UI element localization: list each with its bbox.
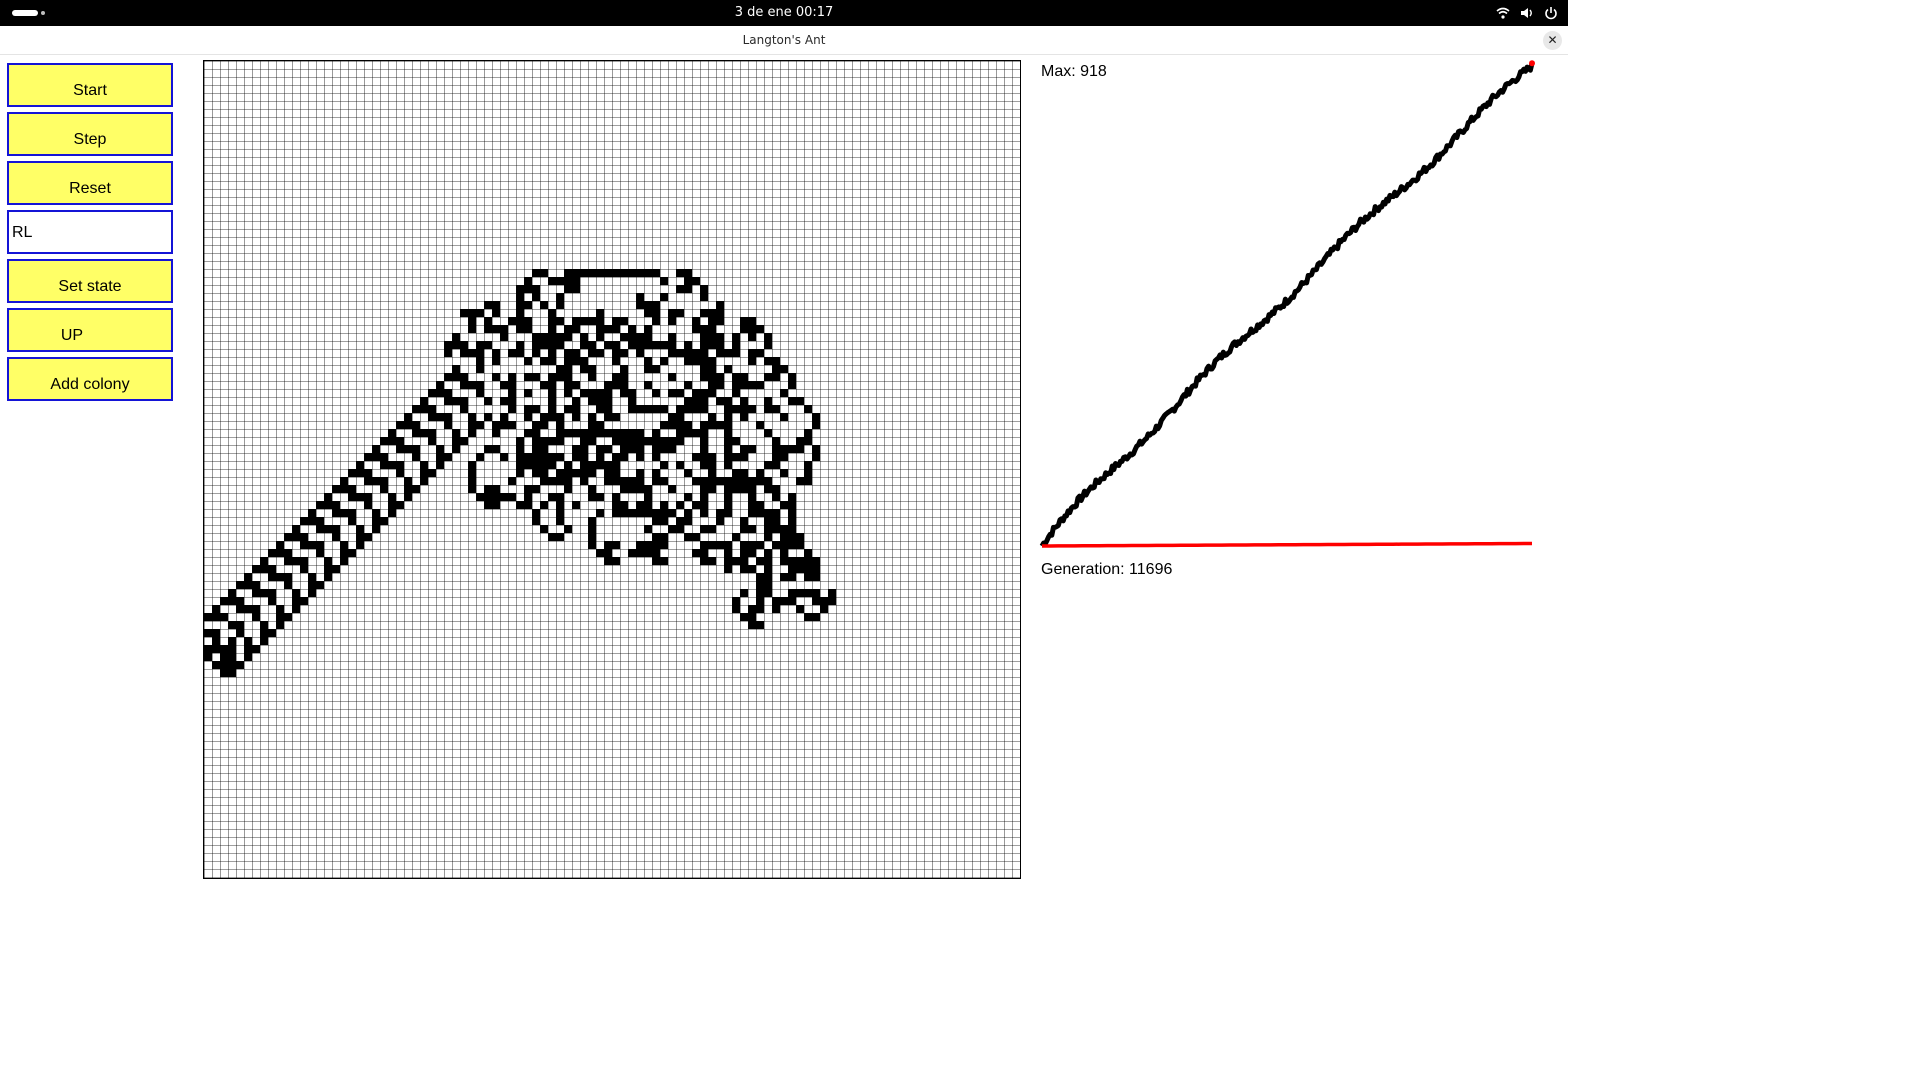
population-series-line — [1039, 62, 1535, 548]
wifi-icon — [1496, 6, 1510, 20]
series-end-marker — [1529, 60, 1535, 67]
direction-button[interactable]: UP — [7, 308, 173, 352]
system-tray[interactable] — [1496, 5, 1558, 21]
set-state-button[interactable]: Set state — [7, 259, 173, 303]
step-button[interactable]: Step — [7, 112, 173, 156]
baseline-series-line — [1041, 541, 1533, 548]
generation-label: Generation: 11696 — [1041, 561, 1173, 578]
add-colony-button[interactable]: Add colony — [7, 357, 173, 401]
grid-canvas[interactable] — [204, 61, 1021, 879]
power-icon — [1544, 6, 1558, 20]
volume-icon — [1520, 6, 1534, 20]
window-title: Langton's Ant — [742, 33, 826, 47]
population-plot — [1039, 60, 1535, 548]
rule-input[interactable]: RL — [7, 210, 173, 254]
system-clock[interactable]: 3 de ene 00:17 — [0, 5, 1568, 21]
simulation-grid[interactable] — [203, 60, 1021, 879]
close-icon[interactable]: ✕ — [1543, 31, 1562, 50]
reset-button[interactable]: Reset — [7, 161, 173, 205]
window-title-bar: Langton's Ant ✕ — [0, 26, 1568, 55]
system-top-bar: 3 de ene 00:17 — [0, 0, 1568, 26]
start-button[interactable]: Start — [7, 63, 173, 107]
